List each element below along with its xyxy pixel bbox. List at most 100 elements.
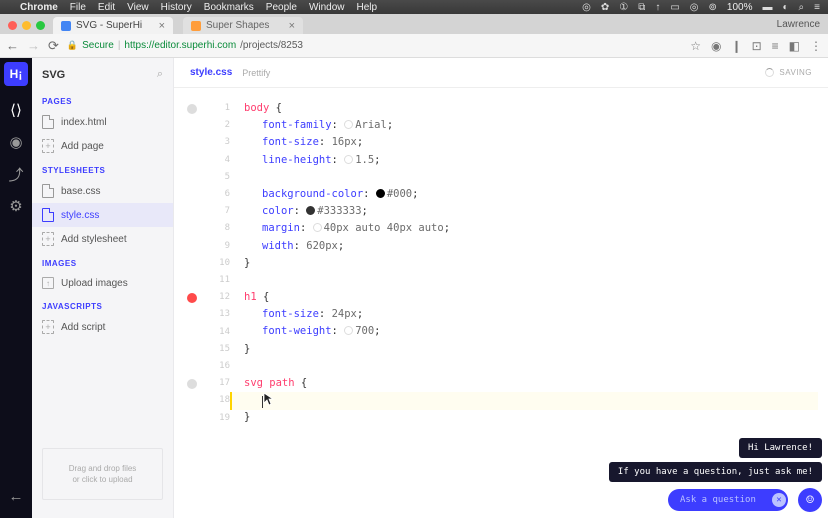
fold-dot-icon[interactable]	[187, 379, 197, 389]
browser-tab-active[interactable]: SVG - SuperHi ×	[53, 17, 173, 34]
extension-icon[interactable]: ◉	[711, 39, 721, 53]
chrome-toolbar: ← → ⟳ 🔒 Secure | https://editor.superhi.…	[0, 34, 828, 58]
line-number: 4	[210, 152, 230, 169]
add-script-button[interactable]: + Add script	[32, 315, 173, 339]
minimize-window-button[interactable]	[22, 21, 31, 30]
line-number: 12	[210, 289, 230, 306]
extension-icon[interactable]: ❙	[732, 39, 742, 53]
add-page-button[interactable]: + Add page	[32, 134, 173, 158]
add-stylesheet-button[interactable]: + Add stylesheet	[32, 227, 173, 251]
code-line[interactable]: font-size: 24px;	[244, 306, 828, 323]
wifi-icon: ⊚	[709, 2, 717, 13]
tab-title: SVG - SuperHi	[76, 20, 142, 31]
nav-settings-icon[interactable]: ⚙	[0, 190, 32, 222]
line-number: 6	[210, 186, 230, 203]
code-line[interactable]	[244, 358, 828, 375]
chat-placeholder: Ask a question	[680, 495, 756, 505]
maximize-window-button[interactable]	[36, 21, 45, 30]
code-line[interactable]: line-height: 1.5;	[244, 152, 828, 169]
nav-preview-icon[interactable]: ◉	[0, 126, 32, 158]
section-label-stylesheets: STYLESHEETS	[32, 158, 173, 179]
code-line[interactable]: body {	[244, 100, 828, 117]
battery-percent: 100%	[727, 2, 753, 13]
line-number: 10	[210, 255, 230, 272]
chat-widget: Hi Lawrence! If you have a question, jus…	[609, 438, 822, 512]
fold-dot-icon[interactable]	[187, 104, 197, 114]
menubar-item-file[interactable]: File	[70, 2, 86, 13]
code-line[interactable]: font-weight: 700;	[244, 323, 828, 340]
address-bar[interactable]: 🔒 Secure | https://editor.superhi.com/pr…	[67, 40, 682, 51]
file-item-base-css[interactable]: base.css	[32, 179, 173, 203]
menubar-item-history[interactable]: History	[161, 2, 192, 13]
project-title: SVG	[42, 69, 157, 81]
chrome-menu-icon[interactable]: ⋮	[810, 39, 822, 53]
dropzone-text-1: Drag and drop files	[51, 463, 154, 474]
prettify-button[interactable]: Prettify	[242, 68, 270, 78]
line-number: 14	[210, 324, 230, 341]
search-icon[interactable]: ⌕	[157, 68, 163, 81]
line-number: 8	[210, 220, 230, 237]
menubar-item-help[interactable]: Help	[357, 2, 378, 13]
code-line[interactable]: }	[244, 409, 828, 426]
code-line[interactable]: background-color: #000;	[244, 186, 828, 203]
status-icon: ⧉	[638, 2, 645, 13]
menubar-item-window[interactable]: Window	[309, 2, 345, 13]
extension-icon[interactable]: ≡	[772, 39, 779, 53]
browser-tab[interactable]: Super Shapes ×	[183, 17, 303, 34]
lock-icon: 🔒	[67, 40, 78, 51]
menubar-app-name[interactable]: Chrome	[20, 2, 58, 13]
error-dot-icon[interactable]	[187, 293, 197, 303]
code-line[interactable]: font-family: Arial;	[244, 117, 828, 134]
menubar-item-edit[interactable]: Edit	[98, 2, 115, 13]
back-button[interactable]: ←	[6, 38, 19, 53]
dropzone-text-2: or click to upload	[51, 474, 154, 485]
dropzone[interactable]: Drag and drop files or click to upload	[42, 448, 163, 500]
nav-share-icon[interactable]: ⤴	[0, 158, 32, 190]
code-line[interactable]	[244, 272, 828, 289]
chrome-profile-name[interactable]: Lawrence	[777, 19, 828, 34]
spotlight-icon[interactable]: ⌕	[799, 2, 805, 13]
file-item-index-html[interactable]: index.html	[32, 110, 173, 134]
chat-input[interactable]: Ask a question	[668, 489, 788, 511]
menubar-item-bookmarks[interactable]: Bookmarks	[204, 2, 254, 13]
line-number: 15	[210, 341, 230, 358]
reload-button[interactable]: ⟳	[48, 38, 59, 54]
superhi-logo[interactable]: H¡	[4, 62, 28, 86]
line-number: 13	[210, 306, 230, 323]
status-icon: ↑	[655, 2, 660, 13]
code-line[interactable]	[244, 392, 828, 409]
menubar-item-view[interactable]: View	[127, 2, 149, 13]
extension-icon[interactable]: ◧	[789, 39, 800, 53]
code-line[interactable]: }	[244, 341, 828, 358]
close-tab-icon[interactable]: ×	[289, 20, 295, 32]
chat-close-icon[interactable]: ✕	[772, 493, 786, 507]
menubar-item-people[interactable]: People	[266, 2, 297, 13]
code-line[interactable]: width: 620px;	[244, 238, 828, 255]
code-line[interactable]: }	[244, 255, 828, 272]
section-label-javascripts: JAVASCRIPTS	[32, 294, 173, 315]
chrome-tab-strip: SVG - SuperHi × Super Shapes × Lawrence	[0, 14, 828, 34]
code-line[interactable]: font-size: 16px;	[244, 134, 828, 151]
file-icon	[42, 184, 54, 198]
close-window-button[interactable]	[8, 21, 17, 30]
code-editor[interactable]: 12345678910111213141516171819 body {font…	[174, 88, 828, 518]
bookmark-icon[interactable]: ☆	[690, 39, 701, 53]
upload-images-button[interactable]: ↑ Upload images	[32, 272, 173, 294]
tab-title: Super Shapes	[206, 20, 269, 31]
plus-icon: +	[42, 139, 54, 153]
code-line[interactable]: svg path {	[244, 375, 828, 392]
code-line[interactable]: h1 {	[244, 289, 828, 306]
code-line[interactable]: color: #333333;	[244, 203, 828, 220]
file-item-style-css[interactable]: style.css	[32, 203, 173, 227]
nav-code-icon[interactable]: ⟨⟩	[0, 94, 32, 126]
open-file-name[interactable]: style.css	[190, 67, 232, 78]
upload-images-label: Upload images	[61, 278, 128, 289]
code-line[interactable]	[244, 169, 828, 186]
close-tab-icon[interactable]: ×	[159, 20, 165, 32]
nav-back-icon[interactable]: ←	[0, 480, 32, 512]
extension-icon[interactable]: ⊡	[752, 39, 762, 53]
chat-avatar-icon[interactable]: ☺	[798, 488, 822, 512]
save-status-text: SAVING	[779, 68, 812, 77]
code-line[interactable]: margin: 40px auto 40px auto;	[244, 220, 828, 237]
notifications-icon[interactable]: ≡	[814, 2, 820, 13]
